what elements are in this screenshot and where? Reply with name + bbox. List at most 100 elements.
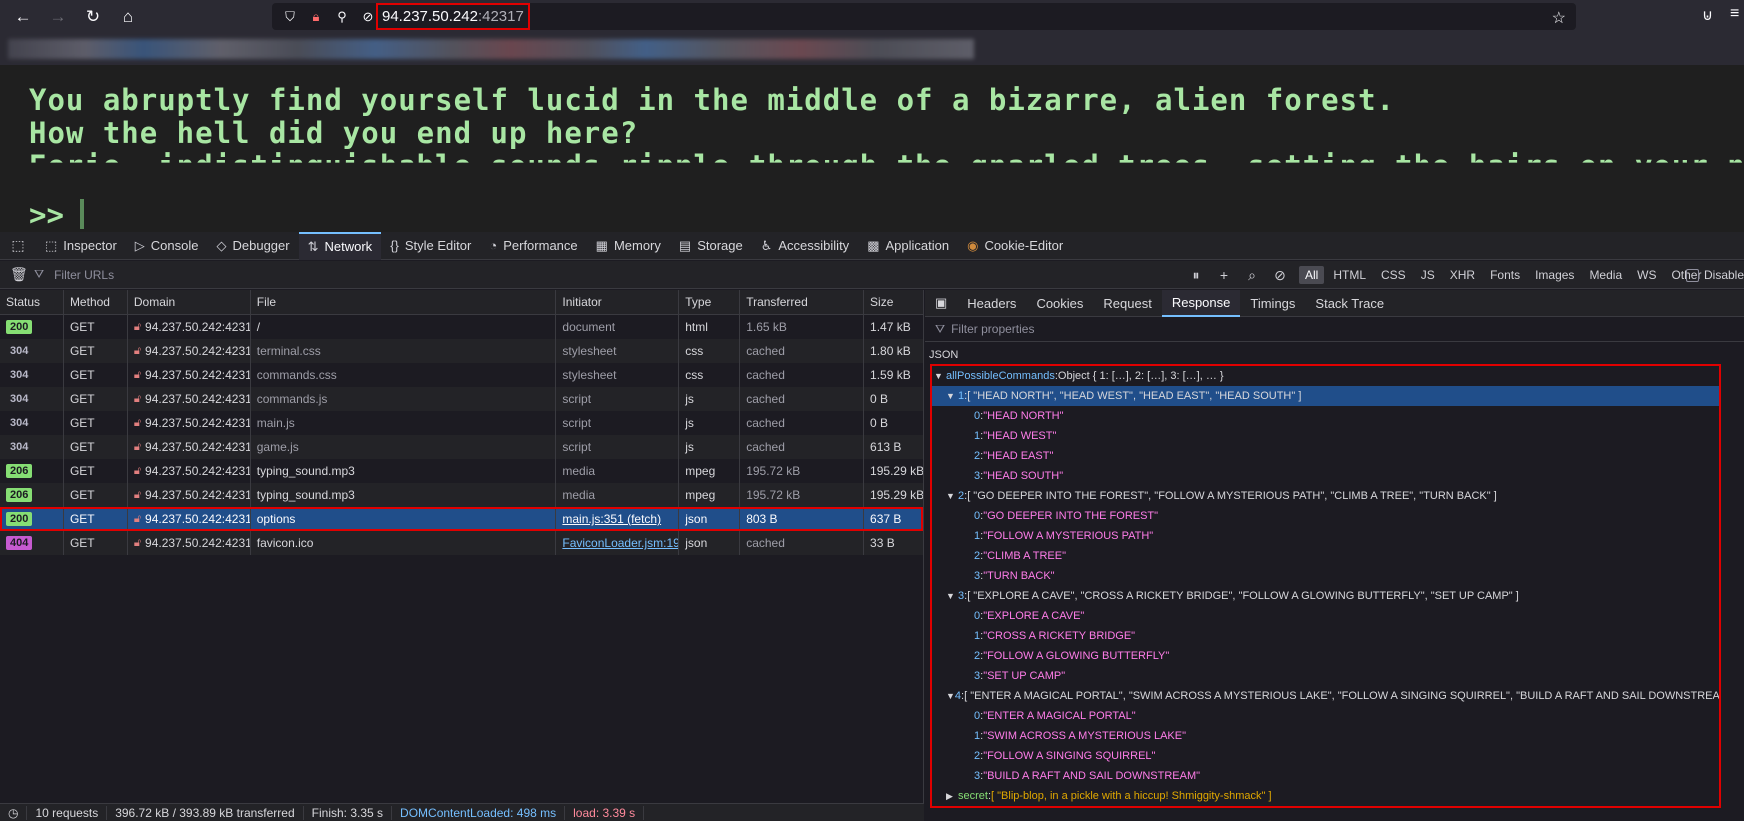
- initiator-text[interactable]: main.js:351 (fetch): [562, 512, 661, 526]
- details-tab-request[interactable]: Request: [1093, 290, 1161, 317]
- details-tab-stack-trace[interactable]: Stack Trace: [1305, 290, 1394, 317]
- initiator-text[interactable]: stylesheet: [562, 368, 616, 382]
- home-icon[interactable]: ⌂: [116, 5, 140, 29]
- column-header-status[interactable]: Status: [0, 290, 64, 314]
- json-group-3[interactable]: ▼ 3: [ "EXPLORE A CAVE", "CROSS A RICKETY…: [932, 586, 1719, 606]
- json-item[interactable]: 2: "CLIMB A TREE": [932, 546, 1719, 566]
- back-icon[interactable]: ←: [11, 5, 35, 29]
- json-item[interactable]: 2: "FOLLOW A SINGING SQUIRREL": [932, 746, 1719, 766]
- json-item[interactable]: 0: "EXPLORE A CAVE": [932, 606, 1719, 626]
- json-secret[interactable]: ▶ secret: [ "Blip-blop, in a pickle with …: [932, 786, 1719, 806]
- permissions-icon[interactable]: ⚲: [334, 9, 350, 25]
- type-filter-html[interactable]: HTML: [1327, 266, 1372, 284]
- column-header-domain[interactable]: Domain: [128, 290, 251, 314]
- details-tab-headers[interactable]: Headers: [957, 290, 1026, 317]
- devtools-tab-console[interactable]: ▷ Console: [126, 232, 208, 260]
- initiator-text[interactable]: media: [562, 464, 595, 478]
- column-header-transferred[interactable]: Transferred: [740, 290, 865, 314]
- pocket-icon[interactable]: ⊍: [1702, 6, 1713, 24]
- shield-icon[interactable]: ⛉: [282, 9, 298, 25]
- initiator-text[interactable]: script: [562, 416, 591, 430]
- pause-icon[interactable]: ⏸︎: [1182, 267, 1210, 284]
- table-row[interactable]: 304 GET 🔓︎ 94.237.50.242:42317 commands.js sc…: [0, 387, 923, 411]
- table-row[interactable]: 304 GET 🔓︎ 94.237.50.242:42317 terminal.css s…: [0, 339, 923, 363]
- checkbox[interactable]: [1686, 268, 1699, 282]
- type-filter-ws[interactable]: WS: [1631, 266, 1662, 284]
- json-item[interactable]: 3: "SET UP CAMP": [932, 666, 1719, 686]
- initiator-text[interactable]: document: [562, 320, 615, 334]
- json-item[interactable]: 1: "SWIM ACROSS A MYSTERIOUS LAKE": [932, 726, 1719, 746]
- json-item[interactable]: 1: "CROSS A RICKETY BRIDGE": [932, 626, 1719, 646]
- devtools-tab-style-editor[interactable]: {} Style Editor: [381, 232, 480, 260]
- devtools-tab-memory[interactable]: ▦ Memory: [587, 232, 670, 260]
- type-filter-xhr[interactable]: XHR: [1444, 266, 1481, 284]
- clear-trash-icon[interactable]: 🗑︎: [10, 266, 34, 283]
- url-text[interactable]: 94.237.50.242:42317: [376, 3, 530, 30]
- add-icon[interactable]: +: [1210, 267, 1238, 283]
- json-item[interactable]: 1: "FOLLOW A MYSTERIOUS PATH": [932, 526, 1719, 546]
- json-group-2[interactable]: ▼ 2: [ "GO DEEPER INTO THE FOREST", "FOLL…: [932, 486, 1719, 506]
- url-bar[interactable]: ⛉ 🔒︎ ⚲ ⊘ 94.237.50.242:42317 ☆: [272, 3, 1576, 30]
- column-header-method[interactable]: Method: [64, 290, 128, 314]
- devtools-tab-application[interactable]: ▩ Application: [858, 232, 958, 260]
- column-header-initiator[interactable]: Initiator: [556, 290, 680, 314]
- search-icon[interactable]: ⌕: [1238, 267, 1266, 284]
- table-row[interactable]: 304 GET 🔓︎ 94.237.50.242:42317 main.js script…: [0, 411, 923, 435]
- devtools-tab-debugger[interactable]: ◇ Debugger: [207, 232, 298, 260]
- column-header-type[interactable]: Type: [679, 290, 741, 314]
- type-filter-js[interactable]: JS: [1415, 266, 1441, 284]
- json-item[interactable]: 2: "HEAD EAST": [932, 446, 1719, 466]
- json-item[interactable]: 3: "BUILD A RAFT AND SAIL DOWNSTREAM": [932, 766, 1719, 786]
- devtools-tab-network[interactable]: ⇅ Network: [298, 231, 382, 260]
- devtools-tab-inspector[interactable]: ⬚ Inspector: [36, 232, 126, 260]
- expand-toggle-icon[interactable]: ▼: [934, 371, 946, 381]
- type-filter-images[interactable]: Images: [1529, 266, 1580, 284]
- json-group-1[interactable]: ▼ 1: [ "HEAD NORTH", "HEAD WEST", "HEAD E…: [932, 386, 1719, 406]
- expand-toggle-icon[interactable]: ▼: [946, 591, 958, 601]
- column-header-file[interactable]: File: [251, 290, 557, 314]
- table-row[interactable]: 304 GET 🔓︎ 94.237.50.242:42317 commands.css s…: [0, 363, 923, 387]
- menu-icon[interactable]: ≡: [1730, 5, 1739, 23]
- terminal-input[interactable]: [80, 199, 84, 229]
- json-item[interactable]: 3: "TURN BACK": [932, 566, 1719, 586]
- json-root[interactable]: ▼ allPossibleCommands: Object { 1: […], 2…: [932, 366, 1719, 386]
- type-filter-all[interactable]: All: [1299, 266, 1325, 284]
- lock-icon[interactable]: 🔒︎: [308, 9, 324, 25]
- table-row[interactable]: 404 GET 🔓︎ 94.237.50.242:42317 favicon.ico Fa…: [0, 531, 923, 555]
- table-row[interactable]: 200 GET 🔓︎ 94.237.50.242:42317 / document html…: [0, 315, 923, 339]
- json-item[interactable]: 0: "ENTER A MAGICAL PORTAL": [932, 706, 1719, 726]
- type-filter-fonts[interactable]: Fonts: [1484, 266, 1526, 284]
- json-group-4[interactable]: ▼ 4: [ "ENTER A MAGICAL PORTAL", "SWIM AC…: [932, 686, 1719, 706]
- table-row[interactable]: 200 GET 🔓︎ 94.237.50.242:42317 options main.j…: [0, 507, 923, 531]
- details-tab-cookies[interactable]: Cookies: [1026, 290, 1093, 317]
- devtools-tab-storage[interactable]: ▤ Storage: [670, 232, 752, 260]
- initiator-text[interactable]: script: [562, 392, 591, 406]
- initiator-text[interactable]: media: [562, 488, 595, 502]
- devtools-tab-performance[interactable]: ◔ Performance: [480, 232, 586, 260]
- type-filter-media[interactable]: Media: [1583, 266, 1628, 284]
- expand-toggle-icon[interactable]: ▼: [946, 391, 958, 401]
- table-row[interactable]: 304 GET 🔓︎ 94.237.50.242:42317 game.js script…: [0, 435, 923, 459]
- json-item[interactable]: 0: "HEAD NORTH": [932, 406, 1719, 426]
- table-row[interactable]: 206 GET 🔓︎ 94.237.50.242:42317 typing_sound.…: [0, 483, 923, 507]
- filter-urls-input[interactable]: Filter URLs: [54, 268, 114, 282]
- initiator-text[interactable]: stylesheet: [562, 344, 616, 358]
- json-item[interactable]: 0: "GO DEEPER INTO THE FOREST": [932, 506, 1719, 526]
- json-item[interactable]: 2: "FOLLOW A GLOWING BUTTERFLY": [932, 646, 1719, 666]
- expand-toggle-icon[interactable]: ▼: [946, 691, 955, 701]
- block-icon[interactable]: ⊘: [1266, 267, 1294, 284]
- details-tab-response[interactable]: Response: [1161, 290, 1241, 317]
- forward-icon[interactable]: →: [46, 5, 70, 29]
- table-row[interactable]: 206 GET 🔓︎ 94.237.50.242:42317 typing_sound.…: [0, 459, 923, 483]
- toggle-sidebar-icon[interactable]: ▣: [925, 290, 957, 317]
- expand-toggle-icon[interactable]: ▶: [946, 791, 958, 802]
- column-header-size[interactable]: Size: [864, 290, 923, 314]
- bookmark-star-icon[interactable]: ☆: [1552, 8, 1566, 28]
- expand-toggle-icon[interactable]: ▼: [946, 491, 958, 501]
- devtools-tab-cookie-editor[interactable]: ◉ Cookie-Editor: [958, 232, 1072, 260]
- initiator-text[interactable]: script: [562, 440, 591, 454]
- type-filter-css[interactable]: CSS: [1375, 266, 1412, 284]
- reload-icon[interactable]: ↻: [81, 5, 105, 29]
- json-item[interactable]: 3: "HEAD SOUTH": [932, 466, 1719, 486]
- devtools-tab-accessibility[interactable]: ♿︎ Accessibility: [752, 232, 858, 260]
